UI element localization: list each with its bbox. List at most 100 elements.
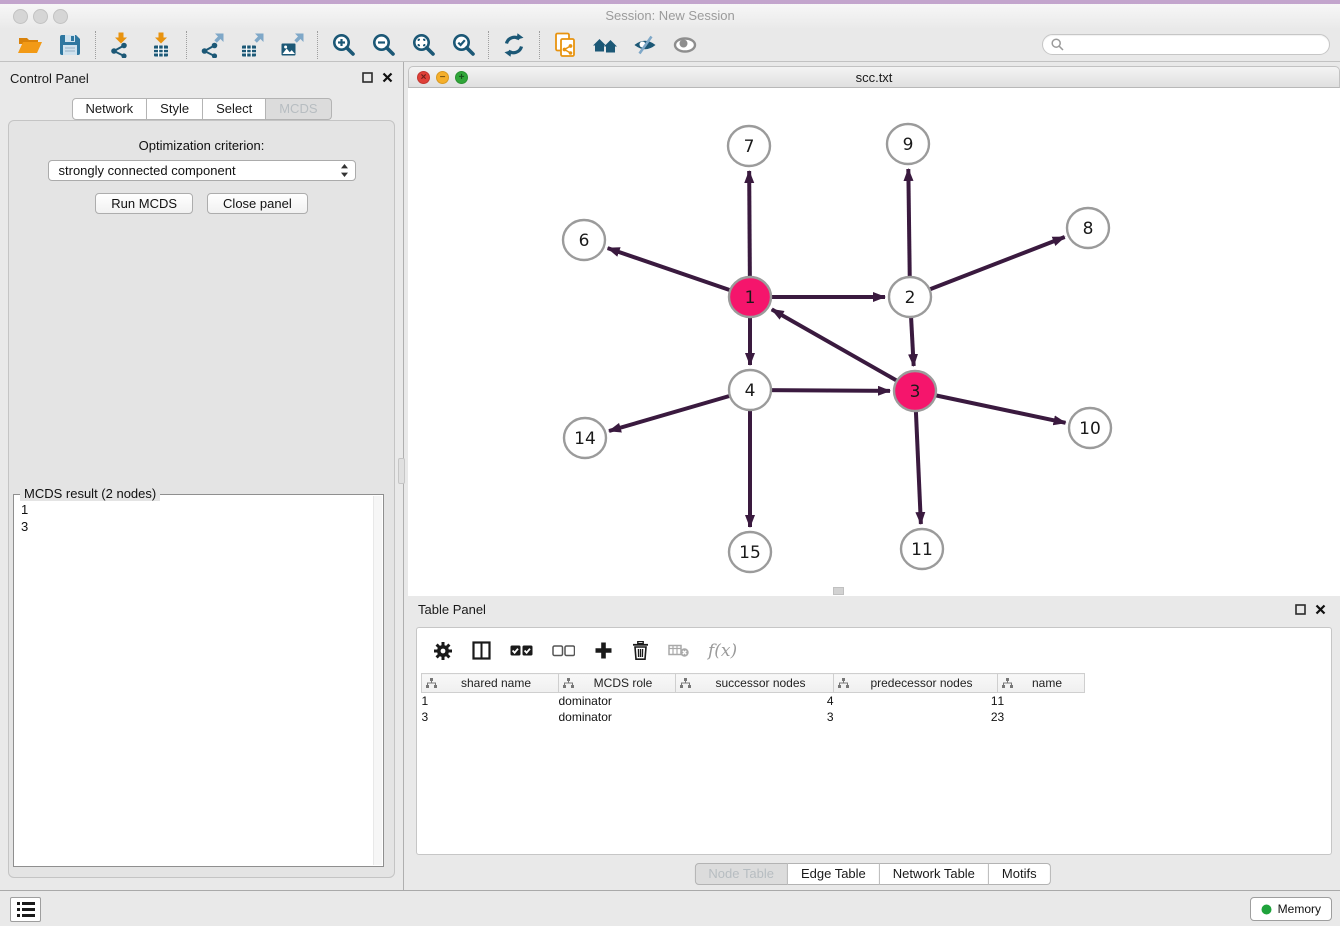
- deselect-all-button[interactable]: [552, 645, 575, 657]
- close-panel-icon[interactable]: [382, 72, 393, 83]
- memory-status-button[interactable]: Memory: [1250, 897, 1332, 921]
- column-type-icon: [426, 678, 437, 689]
- cell-mcds-role[interactable]: dominator: [559, 693, 676, 709]
- gear-icon: [433, 641, 453, 661]
- cell-name[interactable]: 1: [998, 693, 1085, 709]
- table-header-row: shared name MCDS role successor nodes: [422, 674, 1085, 693]
- function-icon: f(x): [708, 641, 737, 661]
- main-toolbar: [0, 28, 1340, 62]
- cell-shared-name[interactable]: 1: [422, 693, 559, 709]
- function-builder-button[interactable]: f(x): [708, 641, 737, 661]
- close-panel-icon[interactable]: [1315, 604, 1326, 615]
- table-row[interactable]: 3 dominator 3 2 3: [422, 709, 1085, 725]
- vertical-splitter-grabber[interactable]: [398, 458, 405, 484]
- graph-edge-2-8[interactable]: [926, 237, 1065, 291]
- delete-table-button[interactable]: [668, 643, 689, 658]
- zoom-selected-button[interactable]: [443, 30, 483, 60]
- graph-edge-2-3[interactable]: [911, 314, 914, 366]
- graph-edge-1-7[interactable]: [749, 171, 750, 280]
- graph-node-label-4: 4: [745, 381, 756, 401]
- select-all-button[interactable]: [510, 645, 533, 657]
- graph-edge-4-14[interactable]: [609, 395, 734, 431]
- network-window-titlebar[interactable]: × − + scc.txt: [408, 66, 1340, 88]
- search-box[interactable]: [1042, 34, 1330, 55]
- graph-edge-3-11[interactable]: [916, 408, 921, 524]
- cell-predecessor-nodes[interactable]: 1: [834, 693, 998, 709]
- cell-name[interactable]: 3: [998, 709, 1085, 725]
- zoom-selected-icon: [451, 32, 476, 57]
- import-table-button[interactable]: [141, 30, 181, 60]
- optimization-criterion-value: strongly connected component: [59, 163, 236, 178]
- zoom-out-button[interactable]: [363, 30, 403, 60]
- mcds-panel: Optimization criterion: strongly connect…: [8, 120, 395, 878]
- tab-edge-table[interactable]: Edge Table: [788, 863, 880, 885]
- list-icon: [15, 900, 37, 919]
- add-row-button[interactable]: [594, 641, 613, 660]
- cell-predecessor-nodes[interactable]: 2: [834, 709, 998, 725]
- column-header-shared-name[interactable]: shared name: [422, 674, 559, 693]
- network-canvas[interactable]: 1234678910111415: [408, 88, 1340, 596]
- column-header-name[interactable]: name: [998, 674, 1085, 693]
- export-table-button[interactable]: [232, 30, 272, 60]
- refresh-icon: [501, 32, 527, 58]
- open-folder-icon: [17, 32, 43, 57]
- import-table-icon: [148, 32, 174, 58]
- table-panel: Table Panel: [405, 596, 1340, 890]
- home-layout-button[interactable]: [585, 30, 625, 60]
- search-input[interactable]: [1069, 38, 1321, 52]
- mcds-result-item[interactable]: 1: [21, 501, 383, 518]
- import-network-button[interactable]: [101, 30, 141, 60]
- status-bar: Memory: [0, 890, 1340, 926]
- cell-successor-nodes[interactable]: 3: [676, 709, 834, 725]
- graph-edge-4-3[interactable]: [767, 390, 890, 391]
- network-graph[interactable]: 1234678910111415: [408, 88, 1340, 596]
- column-header-predecessor-nodes[interactable]: predecessor nodes: [834, 674, 998, 693]
- optimization-criterion-select[interactable]: strongly connected component: [48, 160, 356, 181]
- result-scrollbar[interactable]: [373, 496, 382, 865]
- close-panel-button[interactable]: Close panel: [207, 193, 308, 214]
- refresh-layout-button[interactable]: [494, 30, 534, 60]
- graph-edge-1-6[interactable]: [608, 248, 734, 291]
- zoom-in-button[interactable]: [323, 30, 363, 60]
- export-image-icon: [279, 32, 305, 58]
- clone-network-button[interactable]: [545, 30, 585, 60]
- show-graphics-button[interactable]: [665, 30, 705, 60]
- open-session-button[interactable]: [10, 30, 50, 60]
- toolbar-separator: [95, 31, 96, 59]
- graph-node-label-8: 8: [1083, 219, 1094, 239]
- optimization-criterion-label: Optimization criterion:: [9, 138, 394, 153]
- tab-select[interactable]: Select: [203, 98, 266, 120]
- save-session-button[interactable]: [50, 30, 90, 60]
- control-panel-title: Control Panel: [10, 71, 89, 86]
- deselect-all-icon: [552, 645, 575, 657]
- run-mcds-button[interactable]: Run MCDS: [95, 193, 193, 214]
- memory-status-icon: [1261, 904, 1272, 915]
- show-columns-button[interactable]: [472, 641, 491, 660]
- tab-mcds[interactable]: MCDS: [266, 98, 331, 120]
- hide-graphics-button[interactable]: [625, 30, 665, 60]
- cell-shared-name[interactable]: 3: [422, 709, 559, 725]
- graph-edge-3-1[interactable]: [772, 309, 901, 382]
- graph-edge-2-9[interactable]: [908, 169, 909, 280]
- graph-edge-3-10[interactable]: [932, 395, 1066, 423]
- column-header-successor-nodes[interactable]: successor nodes: [676, 674, 834, 693]
- export-image-button[interactable]: [272, 30, 312, 60]
- table-row[interactable]: 1 dominator 4 1 1: [422, 693, 1085, 709]
- tab-network[interactable]: Network: [71, 98, 147, 120]
- delete-row-button[interactable]: [632, 641, 649, 660]
- tab-motifs[interactable]: Motifs: [989, 863, 1051, 885]
- tab-node-table[interactable]: Node Table: [694, 863, 788, 885]
- column-header-mcds-role[interactable]: MCDS role: [559, 674, 676, 693]
- float-panel-icon[interactable]: [362, 72, 373, 83]
- export-network-button[interactable]: [192, 30, 232, 60]
- float-panel-icon[interactable]: [1295, 604, 1306, 615]
- cell-successor-nodes[interactable]: 4: [676, 693, 834, 709]
- horizontal-splitter-grabber[interactable]: [833, 587, 844, 595]
- tab-network-table[interactable]: Network Table: [880, 863, 989, 885]
- tab-style[interactable]: Style: [147, 98, 203, 120]
- cell-mcds-role[interactable]: dominator: [559, 709, 676, 725]
- zoom-fit-button[interactable]: [403, 30, 443, 60]
- task-history-button[interactable]: [10, 897, 41, 922]
- mcds-result-item[interactable]: 3: [21, 518, 383, 535]
- table-settings-button[interactable]: [433, 641, 453, 661]
